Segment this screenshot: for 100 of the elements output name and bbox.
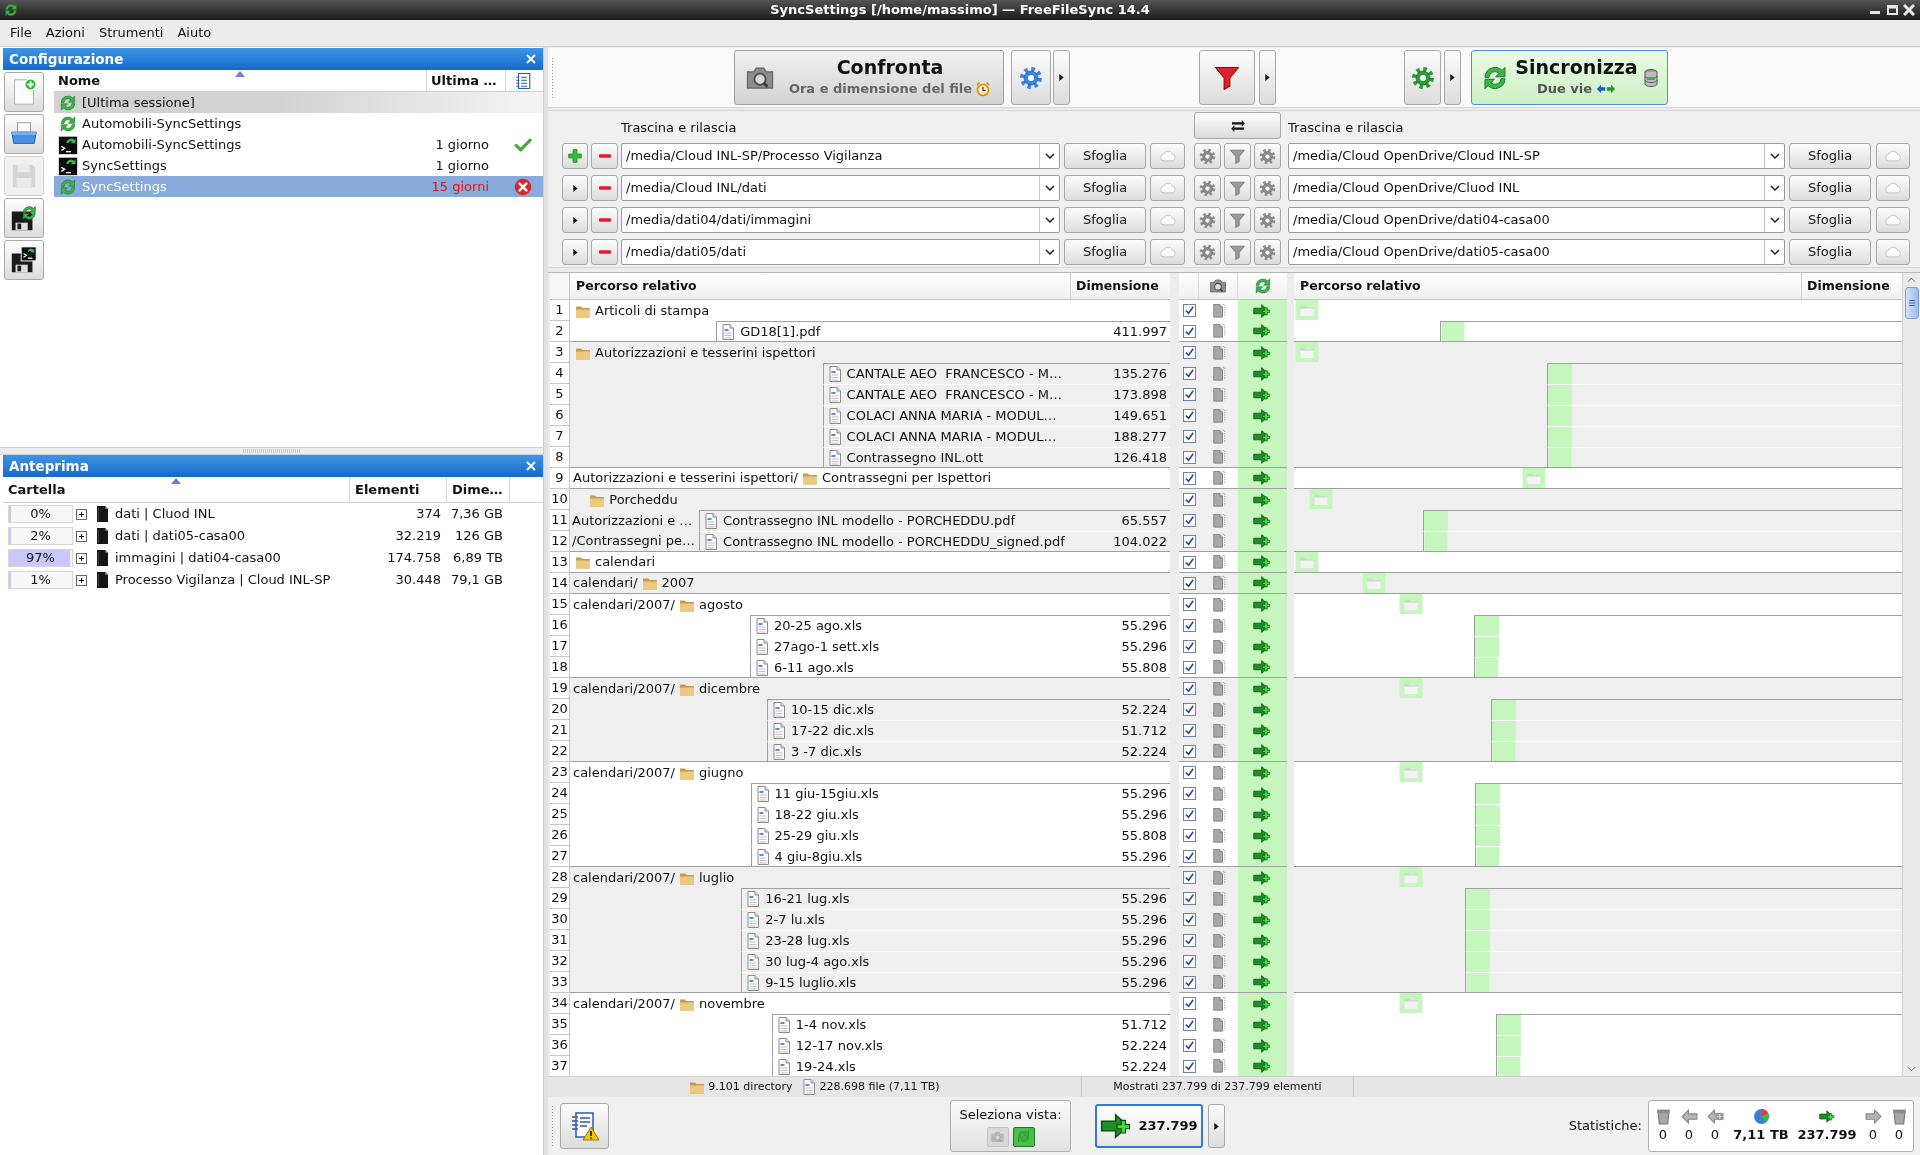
compare-settings-button[interactable]	[1194, 143, 1221, 169]
config-row[interactable]: Automobili-SyncSettings 1 giorno	[54, 134, 543, 155]
view-toggle-button[interactable]	[1012, 1126, 1035, 1147]
checkbox[interactable]	[1182, 514, 1196, 527]
filter-button[interactable]	[1224, 207, 1251, 233]
view-toggle-button[interactable]	[986, 1126, 1009, 1147]
browse-button[interactable]: Sfoglia	[1064, 239, 1146, 265]
checkbox[interactable]	[1182, 766, 1196, 779]
menu-item[interactable]: Azioni	[38, 21, 92, 45]
remove-folder-pair-button[interactable]	[591, 239, 618, 265]
compare-settings-button[interactable]	[1194, 239, 1221, 265]
menu-item[interactable]: Aiuto	[170, 21, 219, 45]
start-sync-button[interactable]: 237.799	[1095, 1104, 1203, 1148]
add-folder-pair-button[interactable]	[562, 143, 588, 169]
checkbox[interactable]	[1182, 598, 1196, 611]
compare-settings-button[interactable]	[1194, 175, 1221, 201]
folder-path-combo[interactable]: /media/Cloud OpenDrive/Cluod INL	[1288, 175, 1785, 201]
pair-menu-button[interactable]	[562, 207, 588, 233]
column-header[interactable]: Cartella	[8, 479, 66, 500]
checkbox[interactable]	[1182, 871, 1196, 884]
checkbox[interactable]	[1182, 808, 1196, 821]
checkbox[interactable]	[1182, 1018, 1196, 1031]
browse-button[interactable]: Sfoglia	[1789, 143, 1871, 169]
column-header[interactable]: Elementi	[355, 479, 420, 500]
checkbox[interactable]	[1182, 640, 1196, 653]
folder-path-combo[interactable]: /media/Cloud OpenDrive/dati05-casa00	[1288, 239, 1785, 265]
compare-settings-button[interactable]	[1011, 50, 1051, 105]
column-header[interactable]: Nome	[58, 70, 101, 91]
checkbox[interactable]	[1182, 388, 1196, 401]
column-header[interactable]: Percorso relativo	[570, 273, 1070, 299]
checkbox[interactable]	[1182, 471, 1196, 485]
pair-menu-button[interactable]	[562, 239, 588, 265]
log-button[interactable]	[560, 1103, 609, 1149]
browse-button[interactable]: Sfoglia	[1064, 175, 1146, 201]
checkbox[interactable]	[1182, 576, 1196, 590]
checkbox[interactable]	[1182, 934, 1196, 947]
column-header[interactable]: Ultima …	[431, 70, 497, 91]
checkbox[interactable]	[1182, 849, 1196, 863]
browse-button[interactable]: Sfoglia	[1789, 175, 1871, 201]
checkbox[interactable]	[1182, 660, 1196, 674]
save-as-button[interactable]	[4, 198, 44, 238]
menu-item[interactable]: File	[3, 21, 39, 45]
browse-button[interactable]: Sfoglia	[1064, 207, 1146, 233]
checkbox[interactable]	[1182, 744, 1196, 758]
checkbox[interactable]	[1182, 829, 1196, 842]
sync-settings-button[interactable]	[1254, 239, 1281, 265]
save-batch-button[interactable]	[4, 240, 44, 280]
maximize-button[interactable]	[1885, 3, 1899, 17]
checkbox[interactable]	[1182, 1059, 1196, 1073]
checkbox[interactable]	[1182, 534, 1196, 548]
expand-icon[interactable]	[76, 530, 87, 542]
open-config-button[interactable]	[4, 114, 44, 154]
close-button[interactable]	[1902, 3, 1916, 17]
compare-button[interactable]: Confronta Ora e dimensione del file	[734, 50, 1004, 105]
checkbox[interactable]	[1182, 619, 1196, 632]
compare-settings-button[interactable]	[1194, 207, 1221, 233]
folder-path-combo[interactable]: /media/dati04/dati/immagini	[621, 207, 1060, 233]
browse-button[interactable]: Sfoglia	[1064, 143, 1146, 169]
checkbox[interactable]	[1182, 493, 1196, 506]
scrollbar[interactable]	[1902, 273, 1920, 1076]
filter-button[interactable]	[1199, 50, 1255, 105]
checkbox[interactable]	[1182, 787, 1196, 800]
browse-button[interactable]: Sfoglia	[1789, 207, 1871, 233]
remove-folder-pair-button[interactable]	[591, 207, 618, 233]
checkbox[interactable]	[1182, 555, 1196, 569]
expand-icon[interactable]	[76, 508, 87, 520]
new-config-button[interactable]	[4, 72, 44, 112]
checkbox[interactable]	[1182, 1039, 1196, 1052]
folder-path-combo[interactable]: /media/Cloud INL/dati	[621, 175, 1060, 201]
filter-button[interactable]	[1224, 239, 1251, 265]
checkbox[interactable]	[1182, 724, 1196, 737]
expand-icon[interactable]	[76, 574, 87, 586]
menu-item[interactable]: Strumenti	[91, 21, 171, 45]
checkbox[interactable]	[1182, 409, 1196, 422]
folder-path-combo[interactable]: /media/Cloud INL-SP/Processo Vigilanza	[621, 143, 1060, 169]
config-row[interactable]: Automobili-SyncSettings	[54, 113, 543, 134]
sync-settings-button[interactable]	[1404, 50, 1441, 105]
checkbox[interactable]	[1182, 955, 1196, 968]
pair-menu-button[interactable]	[562, 175, 588, 201]
sync-settings-button[interactable]	[1254, 175, 1281, 201]
config-row[interactable]: SyncSettings 1 giorno	[54, 155, 543, 176]
remove-folder-pair-button[interactable]	[591, 143, 618, 169]
folder-path-combo[interactable]: /media/dati05/dati	[621, 239, 1060, 265]
sync-settings-button[interactable]	[1254, 143, 1281, 169]
checkbox[interactable]	[1182, 975, 1196, 989]
scrollbar-thumb[interactable]	[1904, 287, 1919, 319]
checkbox[interactable]	[1182, 913, 1196, 926]
folder-path-combo[interactable]: /media/Cloud OpenDrive/dati04-casa00	[1288, 207, 1785, 233]
browse-button[interactable]: Sfoglia	[1789, 239, 1871, 265]
checkbox[interactable]	[1182, 450, 1196, 464]
checkbox[interactable]	[1182, 892, 1196, 905]
checkbox[interactable]	[1182, 430, 1196, 443]
checkbox[interactable]	[1182, 682, 1196, 695]
column-header[interactable]: Dimensione	[1070, 273, 1170, 299]
checkbox[interactable]	[1182, 997, 1196, 1010]
config-row[interactable]: [Ultima sessione]	[54, 92, 543, 113]
checkbox[interactable]	[1182, 346, 1196, 359]
synchronize-button[interactable]: Sincronizza Due vie	[1471, 50, 1668, 105]
column-header[interactable]: Percorso relativo	[1294, 273, 1801, 299]
checkbox[interactable]	[1182, 367, 1196, 380]
